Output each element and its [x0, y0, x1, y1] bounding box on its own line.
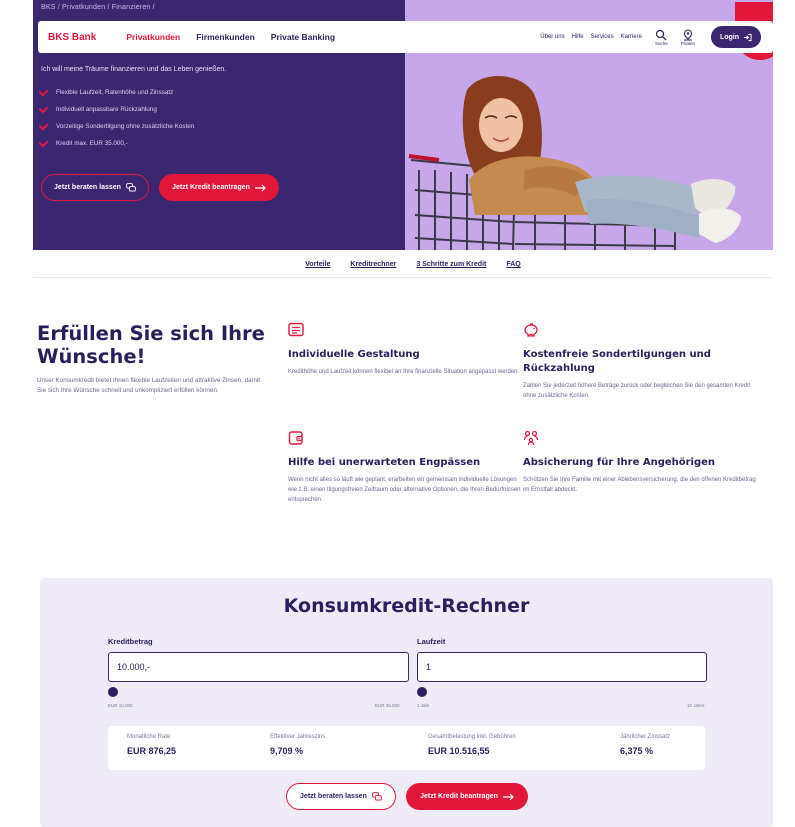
- page: BKS / Privatkunden / Finanzieren / BKS B…: [33, 0, 773, 827]
- benefit-item: Vorzeitige Sondertilgung ohne zusätzlich…: [38, 118, 226, 135]
- branches-button[interactable]: Filialen: [680, 28, 695, 46]
- benefit-item: Individuell anpassbare Rückzahlung: [38, 101, 226, 118]
- benefit-item: Kredit max. EUR 35.000,-: [38, 135, 226, 152]
- benefit-text: Individuell anpassbare Rückzahlung: [56, 106, 157, 113]
- benefit-text: Kredit max. EUR 35.000,-: [56, 140, 128, 147]
- nav-ueber-uns[interactable]: Über uns: [540, 34, 564, 40]
- arrow-right-icon: [502, 793, 514, 800]
- login-label: Login: [719, 33, 740, 41]
- result-value: 6,375 %: [620, 746, 654, 756]
- feature-text: Schützen Sie Ihre Familie mit einer Able…: [523, 477, 756, 493]
- hero-apply-label: Jetzt Kredit beantragen: [172, 184, 250, 191]
- amount-slider-handle[interactable]: [108, 687, 118, 697]
- feature-text: Kredithöhe und Laufzeit können flexibel …: [288, 369, 520, 375]
- result-value: EUR 876,25: [127, 746, 177, 756]
- hero-consult-button[interactable]: Jetzt beraten lassen: [41, 174, 149, 201]
- hero-copy: Ich will meine Träume finanzieren und da…: [38, 66, 227, 152]
- search-icon: [656, 29, 667, 40]
- term-slider-handle[interactable]: [417, 687, 427, 697]
- top-navigation-bar: BKS Bank Privatkunden Firmenkunden Priva…: [38, 21, 773, 53]
- search-button[interactable]: Suche: [655, 29, 668, 46]
- feature-title: Individuelle Gestaltung: [288, 349, 420, 360]
- chat-bubbles-icon: [126, 183, 136, 192]
- amount-label: Kreditbetrag: [108, 637, 153, 646]
- nav-privatkunden[interactable]: Privatkunden: [126, 32, 180, 42]
- amount-min-label: EUR 10.000: [108, 703, 133, 708]
- benefit-text: Flexible Laufzeit, Ratenhöhe und Zinssat…: [56, 89, 174, 96]
- section-anchor-nav: Vorteile Kreditrechner 3 Schritte zum Kr…: [33, 252, 773, 278]
- calc-consult-button[interactable]: Jetzt beraten lassen: [286, 783, 396, 810]
- hero-intro: Ich will meine Träume finanzieren und da…: [41, 66, 227, 73]
- feature-title: Hilfe bei unerwarteten Engpässen: [288, 457, 481, 468]
- bks-bank-logo[interactable]: BKS Bank: [48, 32, 96, 43]
- calc-consult-label: Jetzt beraten lassen: [300, 793, 367, 800]
- piggy-bank-icon: [524, 323, 538, 337]
- feature-title: Absicherung für Ihre Angehörigen: [523, 457, 716, 468]
- feature-title: Kostenfreie Sondertilgungen und Rückzahl…: [523, 349, 711, 374]
- result-label: Effektiver Jahreszins: [270, 734, 326, 740]
- amount-max-label: EUR 35.000: [375, 703, 400, 708]
- check-icon: [38, 103, 49, 114]
- features-description: Unser Konsumkredit bietet Ihnen flexible…: [37, 377, 260, 394]
- result-label: Jährlicher Zinssatz: [620, 734, 671, 740]
- term-label: Laufzeit: [417, 637, 446, 646]
- result-label: Gesamtbelastung inkl. Gebühren: [428, 734, 516, 740]
- login-arrow-icon: [743, 33, 752, 41]
- hero-consult-label: Jetzt beraten lassen: [54, 184, 121, 191]
- hero-section: BKS / Privatkunden / Finanzieren / BKS B…: [33, 0, 773, 250]
- chat-bubbles-icon: [372, 792, 382, 801]
- feature-absicherung: Absicherung für Ihre Angehörigen Schütze…: [523, 430, 758, 495]
- family-icon: [523, 430, 539, 446]
- feature-sondertilgung: Kostenfreie Sondertilgungen und Rückzahl…: [523, 322, 758, 401]
- arrow-right-icon: [254, 184, 266, 191]
- wallet-icon: [288, 431, 303, 445]
- result-value: EUR 10.516,55: [428, 746, 490, 756]
- term-input[interactable]: 1: [417, 652, 707, 682]
- benefit-item: Flexible Laufzeit, Ratenhöhe und Zinssat…: [38, 84, 226, 101]
- nav-hilfe[interactable]: Hilfe: [572, 34, 584, 40]
- calc-apply-label: Jetzt Kredit beantragen: [420, 793, 498, 800]
- term-max-label: 10 Jahre: [687, 703, 705, 708]
- loan-calculator: Konsumkredit-Rechner Kreditbetrag 10.000…: [40, 578, 773, 827]
- breadcrumb: BKS / Privatkunden / Finanzieren /: [41, 4, 155, 11]
- secondary-navigation: Über uns Hilfe Services Karriere Suche F…: [540, 28, 695, 46]
- calculation-results: Monatliche Rate EUR 876,25 Effektiver Ja…: [108, 726, 705, 770]
- anchor-vorteile[interactable]: Vorteile: [305, 261, 330, 268]
- amount-input[interactable]: 10.000,-: [108, 652, 409, 682]
- anchor-kreditrechner[interactable]: Kreditrechner: [350, 261, 396, 268]
- result-label: Monatliche Rate: [127, 734, 171, 740]
- result-total-cost: Gesamtbelastung inkl. Gebühren EUR 10.51…: [428, 734, 516, 756]
- feature-hilfe-engpaesse: Hilfe bei unerwarteten Engpässen Wenn ni…: [288, 430, 523, 505]
- check-icon: [38, 86, 49, 97]
- anchor-faq[interactable]: FAQ: [506, 261, 520, 268]
- result-effective-rate: Effektiver Jahreszins 9,709 %: [270, 734, 325, 756]
- result-monthly-rate: Monatliche Rate EUR 876,25: [127, 734, 176, 756]
- hero-apply-button[interactable]: Jetzt Kredit beantragen: [159, 174, 279, 201]
- benefit-text: Vorzeitige Sondertilgung ohne zusätzlich…: [56, 123, 195, 130]
- document-list-icon: [288, 322, 304, 337]
- location-pin-icon: [683, 28, 692, 40]
- feature-text: Zahlen Sie jederzeit höhere Beträge zurü…: [523, 383, 751, 399]
- benefit-list: Flexible Laufzeit, Ratenhöhe und Zinssat…: [38, 84, 226, 152]
- nav-private-banking[interactable]: Private Banking: [271, 32, 335, 42]
- result-value: 9,709 %: [270, 746, 304, 756]
- check-icon: [38, 137, 49, 148]
- main-navigation: Privatkunden Firmenkunden Private Bankin…: [126, 32, 335, 42]
- check-icon: [38, 120, 49, 131]
- nav-firmenkunden[interactable]: Firmenkunden: [196, 32, 255, 42]
- calc-apply-button[interactable]: Jetzt Kredit beantragen: [406, 783, 528, 810]
- branches-label: Filialen: [680, 40, 695, 46]
- feature-individuelle-gestaltung: Individuelle Gestaltung Kredithöhe und L…: [288, 322, 523, 377]
- search-label: Suche: [654, 40, 668, 46]
- features-heading: Erfüllen Sie sich Ihre Wünsche!: [37, 322, 265, 368]
- result-annual-interest: Jährlicher Zinssatz 6,375 %: [620, 734, 670, 756]
- nav-services[interactable]: Services: [591, 34, 614, 40]
- nav-karriere[interactable]: Karriere: [621, 34, 642, 40]
- calculator-title: Konsumkredit-Rechner: [283, 595, 530, 617]
- anchor-3-schritte[interactable]: 3 Schritte zum Kredit: [416, 261, 486, 268]
- login-button[interactable]: Login: [711, 26, 761, 48]
- term-min-label: 1 Jahr: [417, 703, 430, 708]
- feature-text: Wenn nicht alles so läuft wie geplant, e…: [288, 477, 521, 503]
